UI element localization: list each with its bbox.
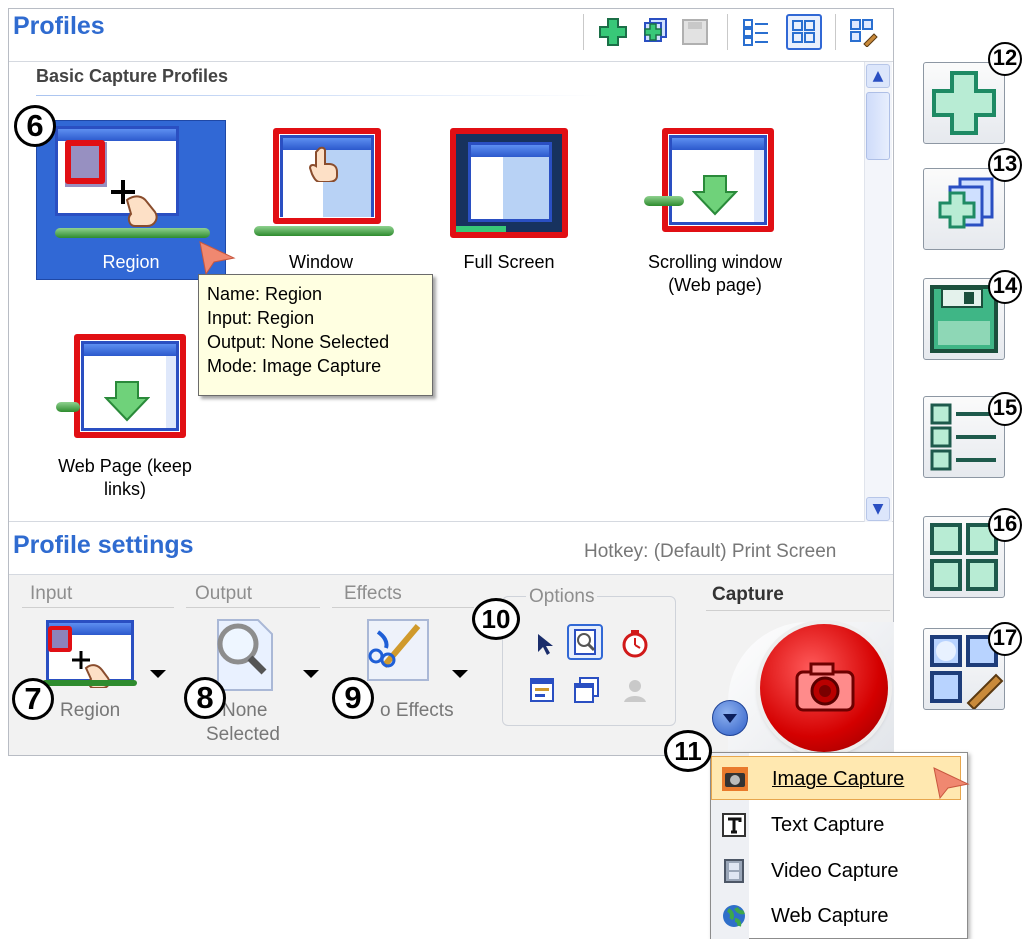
menu-label-text-capture: Text Capture [771,814,885,836]
output-value-line2: Selected [206,724,280,745]
tooltip-output: Output: None Selected [207,332,390,352]
camera-icon [722,767,748,791]
window-option-icon[interactable] [528,676,556,704]
profile-label-scrolling-window: Scrolling window (Web page) [647,252,783,295]
details-view-icon[interactable] [741,17,771,47]
scroll-up-button[interactable]: ▲ [866,64,890,88]
section-capture: Capture [712,584,784,605]
tooltip-mode: Mode: Image Capture [207,356,382,376]
scroll-down-button[interactable]: ▼ [866,497,890,521]
output-dropdown-arrow[interactable] [303,670,319,678]
effects-dropdown-arrow[interactable] [452,670,468,678]
legend-duplicate-profile-button [923,168,1005,250]
scroll-thumb[interactable] [866,92,890,160]
section-rule [706,610,890,611]
multiwindow-option-icon[interactable] [572,676,600,704]
callout-14: 14 [988,270,1022,304]
group-heading: Basic Capture Profiles [36,66,229,86]
input-dropdown-arrow[interactable] [150,670,166,678]
menu-item-text-capture[interactable]: Text Capture [711,803,961,847]
callout-8: 8 [184,677,226,719]
preview-option-icon[interactable] [567,624,603,660]
pointer-arrow [199,241,236,276]
menu-item-image-capture[interactable]: Image Capture [711,756,961,800]
thumbnails-view-icon[interactable] [786,14,822,50]
legend-new-profile-button [923,62,1005,144]
save-profile-icon[interactable] [680,17,710,47]
callout-15: 15 [988,392,1022,426]
callout-13: 13 [988,148,1022,182]
callout-6: 6 [14,105,56,147]
input-value: Region [60,700,121,721]
callout-7: 7 [12,678,54,720]
manage-profiles-icon[interactable] [848,17,878,48]
callout-12: 12 [988,42,1022,76]
hotkey-label: Hotkey: (Default) Print Screen [584,541,837,562]
profile-window[interactable] [240,122,402,272]
duplicate-profile-icon[interactable] [638,17,668,47]
section-input: Input [30,583,73,604]
pointer-arrow [933,767,970,800]
section-output: Output [195,583,253,604]
tooltip-name: Name: Region [207,284,323,304]
profile-label-web-page: Web Page (keep links) [58,456,192,499]
menu-item-web-capture[interactable]: Web Capture [711,894,961,938]
profile-label-window: Window [288,252,354,272]
section-rule [22,607,174,608]
callout-16: 16 [988,508,1022,542]
film-icon [724,859,744,883]
profile-scrolling-window[interactable] [640,122,802,272]
section-effects: Effects [344,583,402,604]
region-thumbnail [55,126,210,238]
menu-label-image-capture: Image Capture [772,768,905,790]
section-rule [332,607,474,608]
toolbar-separator [727,14,728,50]
menu-item-video-capture[interactable]: Video Capture [711,849,961,893]
capture-mode-dropdown[interactable] [712,700,748,736]
globe-icon [723,905,745,927]
timer-option-icon[interactable] [620,628,650,658]
toolbar-separator [583,14,584,50]
section-rule [186,607,320,608]
profile-settings-title: Profile settings [13,531,194,559]
profile-full-screen[interactable] [440,122,602,272]
menu-label-web-capture: Web Capture [771,905,889,927]
callout-11: 11 [664,730,712,772]
section-options: Options [526,586,598,608]
new-profile-icon[interactable] [598,17,628,47]
output-value-line1: None [222,700,268,721]
profiles-title: Profiles [13,12,105,40]
profile-web-page[interactable] [52,330,214,450]
camera-icon [795,662,855,712]
group-heading-rule [36,95,600,96]
profile-tooltip: Name: Region Input: Region Output: None … [198,274,433,396]
tooltip-input: Input: Region [207,308,315,328]
toolbar-separator [835,14,836,50]
profile-label-full-screen: Full Screen [463,252,555,272]
text-t-icon [722,813,746,837]
user-option-icon [624,680,646,702]
callout-10: 10 [472,598,520,640]
menu-label-video-capture: Video Capture [771,860,899,882]
callout-9: 9 [332,677,374,719]
cursor-option-icon[interactable] [536,632,554,656]
effects-value: o Effects [380,700,454,721]
callout-17: 17 [988,622,1022,656]
